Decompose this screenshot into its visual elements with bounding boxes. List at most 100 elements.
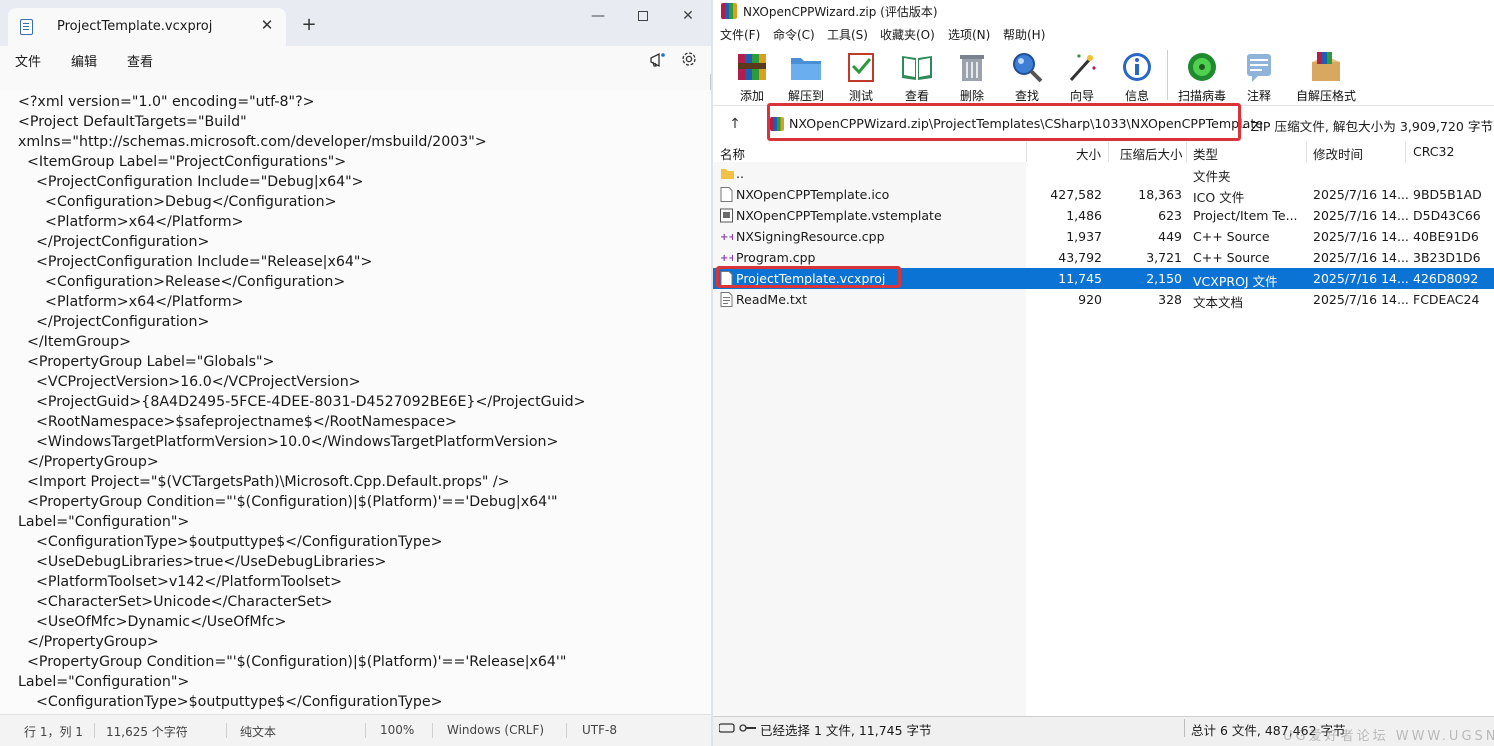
virus-scan-icon bbox=[1188, 53, 1216, 81]
tab-close-icon[interactable]: ✕ bbox=[258, 16, 276, 34]
editor-line: xmlns="http://schemas.microsoft.com/deve… bbox=[18, 134, 487, 150]
menu-view[interactable]: 查看 bbox=[127, 51, 153, 70]
notepad-statusbar: 行 1，列 1 11,625 个字符 纯文本 100% Windows (CRL… bbox=[0, 714, 711, 746]
close-window-button[interactable]: ✕ bbox=[665, 5, 711, 29]
winrar-window: NXOpenCPPWizard.zip (评估版本) 文件(F) 命令(C) 工… bbox=[713, 0, 1494, 746]
file-name: NXOpenCPPTemplate.ico bbox=[736, 187, 890, 202]
file-row[interactable]: ++ Program.cpp 43,792 3,721 C++ Source 2025/7… bbox=[713, 247, 1494, 268]
file-name: Program.cpp bbox=[736, 250, 816, 265]
file-size: 11,745 bbox=[1058, 271, 1102, 286]
file-size: 920 bbox=[1078, 292, 1102, 307]
scan-virus-label: 扫描病毒 bbox=[1177, 89, 1226, 103]
folder-icon bbox=[720, 166, 734, 181]
editor-line: <UseOfMfc>Dynamic</UseOfMfc> bbox=[18, 614, 287, 630]
add-button[interactable]: 添加 bbox=[724, 48, 780, 106]
editor-line: <VCProjectVersion>16.0</VCProjectVersion… bbox=[18, 374, 361, 390]
notepad-file-icon bbox=[20, 19, 33, 35]
editor-line: <ItemGroup Label="ProjectConfigurations"… bbox=[18, 154, 347, 170]
status-char-count: 11,625 个字符 bbox=[106, 725, 188, 739]
file-list[interactable]: 名称 大小 压缩后大小 类型 修改时间 CRC32 .. 文件夹 NXOpenCPP… bbox=[713, 142, 1494, 716]
delete-button[interactable]: 删除 bbox=[944, 48, 1000, 106]
file-size: 43,792 bbox=[1058, 250, 1102, 265]
file-row[interactable]: ++ NXSigningResource.cpp 1,937 449 C++ Sourc… bbox=[713, 226, 1494, 247]
editor-line: <?xml version="1.0" encoding="utf-8"?> bbox=[18, 94, 315, 110]
editor-line: <ProjectGuid>{8A4D2495-5FCE-4DEE-8031-D4… bbox=[18, 394, 586, 410]
new-tab-button[interactable]: + bbox=[298, 15, 320, 37]
notepad-tab-title: ProjectTemplate.vcxproj bbox=[57, 19, 213, 34]
maximize-button[interactable] bbox=[620, 5, 666, 29]
header-modified[interactable]: 修改时间 bbox=[1313, 144, 1363, 163]
notepad-window: ProjectTemplate.vcxproj ✕ + — ✕ 文件 编辑 查看… bbox=[0, 0, 711, 746]
file-row[interactable]: NXOpenCPPTemplate.ico 427,582 18,363 ICO 文件… bbox=[713, 184, 1494, 205]
editor-line: <Platform>x64</Platform> bbox=[18, 294, 244, 310]
text-file-icon bbox=[720, 292, 733, 307]
file-row[interactable]: .. 文件夹 bbox=[713, 163, 1494, 184]
editor-line: <Configuration>Debug</Configuration> bbox=[18, 194, 337, 210]
info-button[interactable]: 信息 bbox=[1109, 48, 1165, 106]
menu-edit[interactable]: 编辑 bbox=[71, 51, 97, 70]
file-type: 文本文档 bbox=[1193, 295, 1244, 310]
header-type[interactable]: 类型 bbox=[1193, 144, 1218, 163]
arrow-up-icon[interactable]: ↑ bbox=[727, 116, 743, 132]
editor-line: <ConfigurationType>$outputtype$</Configu… bbox=[18, 534, 443, 550]
notepad-tab[interactable]: ProjectTemplate.vcxproj ✕ bbox=[8, 8, 286, 46]
file-packed-size: 328 bbox=[1158, 292, 1182, 307]
watermark-text: UG爱好者论坛 WWW.UGSNX.COM bbox=[1283, 729, 1494, 744]
scan-virus-button[interactable]: 扫描病毒 bbox=[1174, 48, 1230, 106]
menu-options[interactable]: 选项(N) bbox=[948, 26, 990, 43]
menu-help[interactable]: 帮助(H) bbox=[1003, 26, 1045, 43]
editor-line: </PropertyGroup> bbox=[18, 634, 159, 650]
notepad-titlebar: ProjectTemplate.vcxproj ✕ + — ✕ bbox=[0, 0, 711, 46]
comment-label: 注释 bbox=[1246, 89, 1271, 103]
notepad-editor[interactable]: <?xml version="1.0" encoding="utf-8"?> <P… bbox=[0, 90, 711, 714]
file-type: VCXPROJ 文件 bbox=[1193, 274, 1278, 289]
test-icon bbox=[848, 53, 874, 82]
editor-line: <Project DefaultTargets="Build" bbox=[18, 114, 247, 130]
toolbar-separator bbox=[1167, 50, 1168, 100]
winrar-titlebar: NXOpenCPPWizard.zip (评估版本) bbox=[713, 0, 1494, 22]
file-icon bbox=[720, 187, 733, 202]
file-modified: 2025/7/16 14... bbox=[1313, 187, 1409, 202]
menu-favorites[interactable]: 收藏夹(O) bbox=[880, 26, 935, 43]
wand-icon bbox=[1069, 54, 1096, 82]
file-row[interactable]: NXOpenCPPTemplate.vstemplate 1,486 623 Proj… bbox=[713, 205, 1494, 226]
menu-tools[interactable]: 工具(S) bbox=[827, 26, 868, 43]
archive-path[interactable]: NXOpenCPPWizard.zip\ProjectTemplates\CSh… bbox=[789, 116, 1263, 131]
wizard-label: 向导 bbox=[1069, 89, 1094, 103]
comment-button[interactable]: 注释 bbox=[1231, 48, 1287, 106]
wizard-button[interactable]: 向导 bbox=[1054, 48, 1110, 106]
file-packed-size: 623 bbox=[1158, 208, 1182, 223]
header-size[interactable]: 大小 bbox=[1076, 144, 1101, 163]
editor-line: <PropertyGroup Label="Globals"> bbox=[18, 354, 275, 370]
header-separator bbox=[1186, 142, 1187, 162]
header-separator bbox=[1306, 142, 1307, 162]
header-packed[interactable]: 压缩后大小 bbox=[1120, 144, 1183, 163]
editor-line: Label="Configuration"> bbox=[18, 514, 190, 530]
test-button[interactable]: 测试 bbox=[833, 48, 889, 106]
view-button[interactable]: 查看 bbox=[889, 48, 945, 106]
menu-commands[interactable]: 命令(C) bbox=[773, 26, 815, 43]
header-crc[interactable]: CRC32 bbox=[1413, 144, 1454, 159]
file-row[interactable]: ProjectTemplate.vcxproj 11,745 2,150 VCXPRO… bbox=[713, 268, 1494, 289]
editor-line: <CharacterSet>Unicode</CharacterSet> bbox=[18, 594, 333, 610]
header-name[interactable]: 名称 bbox=[720, 144, 745, 163]
status-zoom[interactable]: 100% bbox=[380, 723, 414, 737]
status-encoding[interactable]: UTF-8 bbox=[582, 723, 617, 737]
minimize-button[interactable]: — bbox=[575, 5, 621, 29]
sfx-button[interactable]: 自解压格式 bbox=[1295, 48, 1357, 106]
file-row[interactable]: ReadMe.txt 920 328 文本文档 2025/7/16 14... FCDEA… bbox=[713, 289, 1494, 310]
menu-file[interactable]: 文件(F) bbox=[720, 26, 760, 43]
zip-archive-icon bbox=[770, 117, 784, 131]
status-line-ending[interactable]: Windows (CRLF) bbox=[447, 723, 544, 737]
menu-file[interactable]: 文件 bbox=[15, 51, 41, 70]
winrar-menubar: 文件(F) 命令(C) 工具(S) 收藏夹(O) 选项(N) 帮助(H) bbox=[713, 22, 1494, 44]
file-type: ICO 文件 bbox=[1193, 190, 1245, 205]
megaphone-icon[interactable] bbox=[648, 51, 666, 69]
winrar-toolbar: 添加 解压到 测试 查看 删除 查找 向导 信息 扫描病毒 注释 自解压格式 bbox=[713, 44, 1494, 106]
find-label: 查找 bbox=[1014, 89, 1039, 103]
file-modified: 2025/7/16 14... bbox=[1313, 271, 1409, 286]
gear-icon[interactable] bbox=[680, 50, 698, 68]
find-button[interactable]: 查找 bbox=[999, 48, 1055, 106]
extract-to-button[interactable]: 解压到 bbox=[778, 48, 834, 106]
status-separator bbox=[432, 723, 433, 738]
